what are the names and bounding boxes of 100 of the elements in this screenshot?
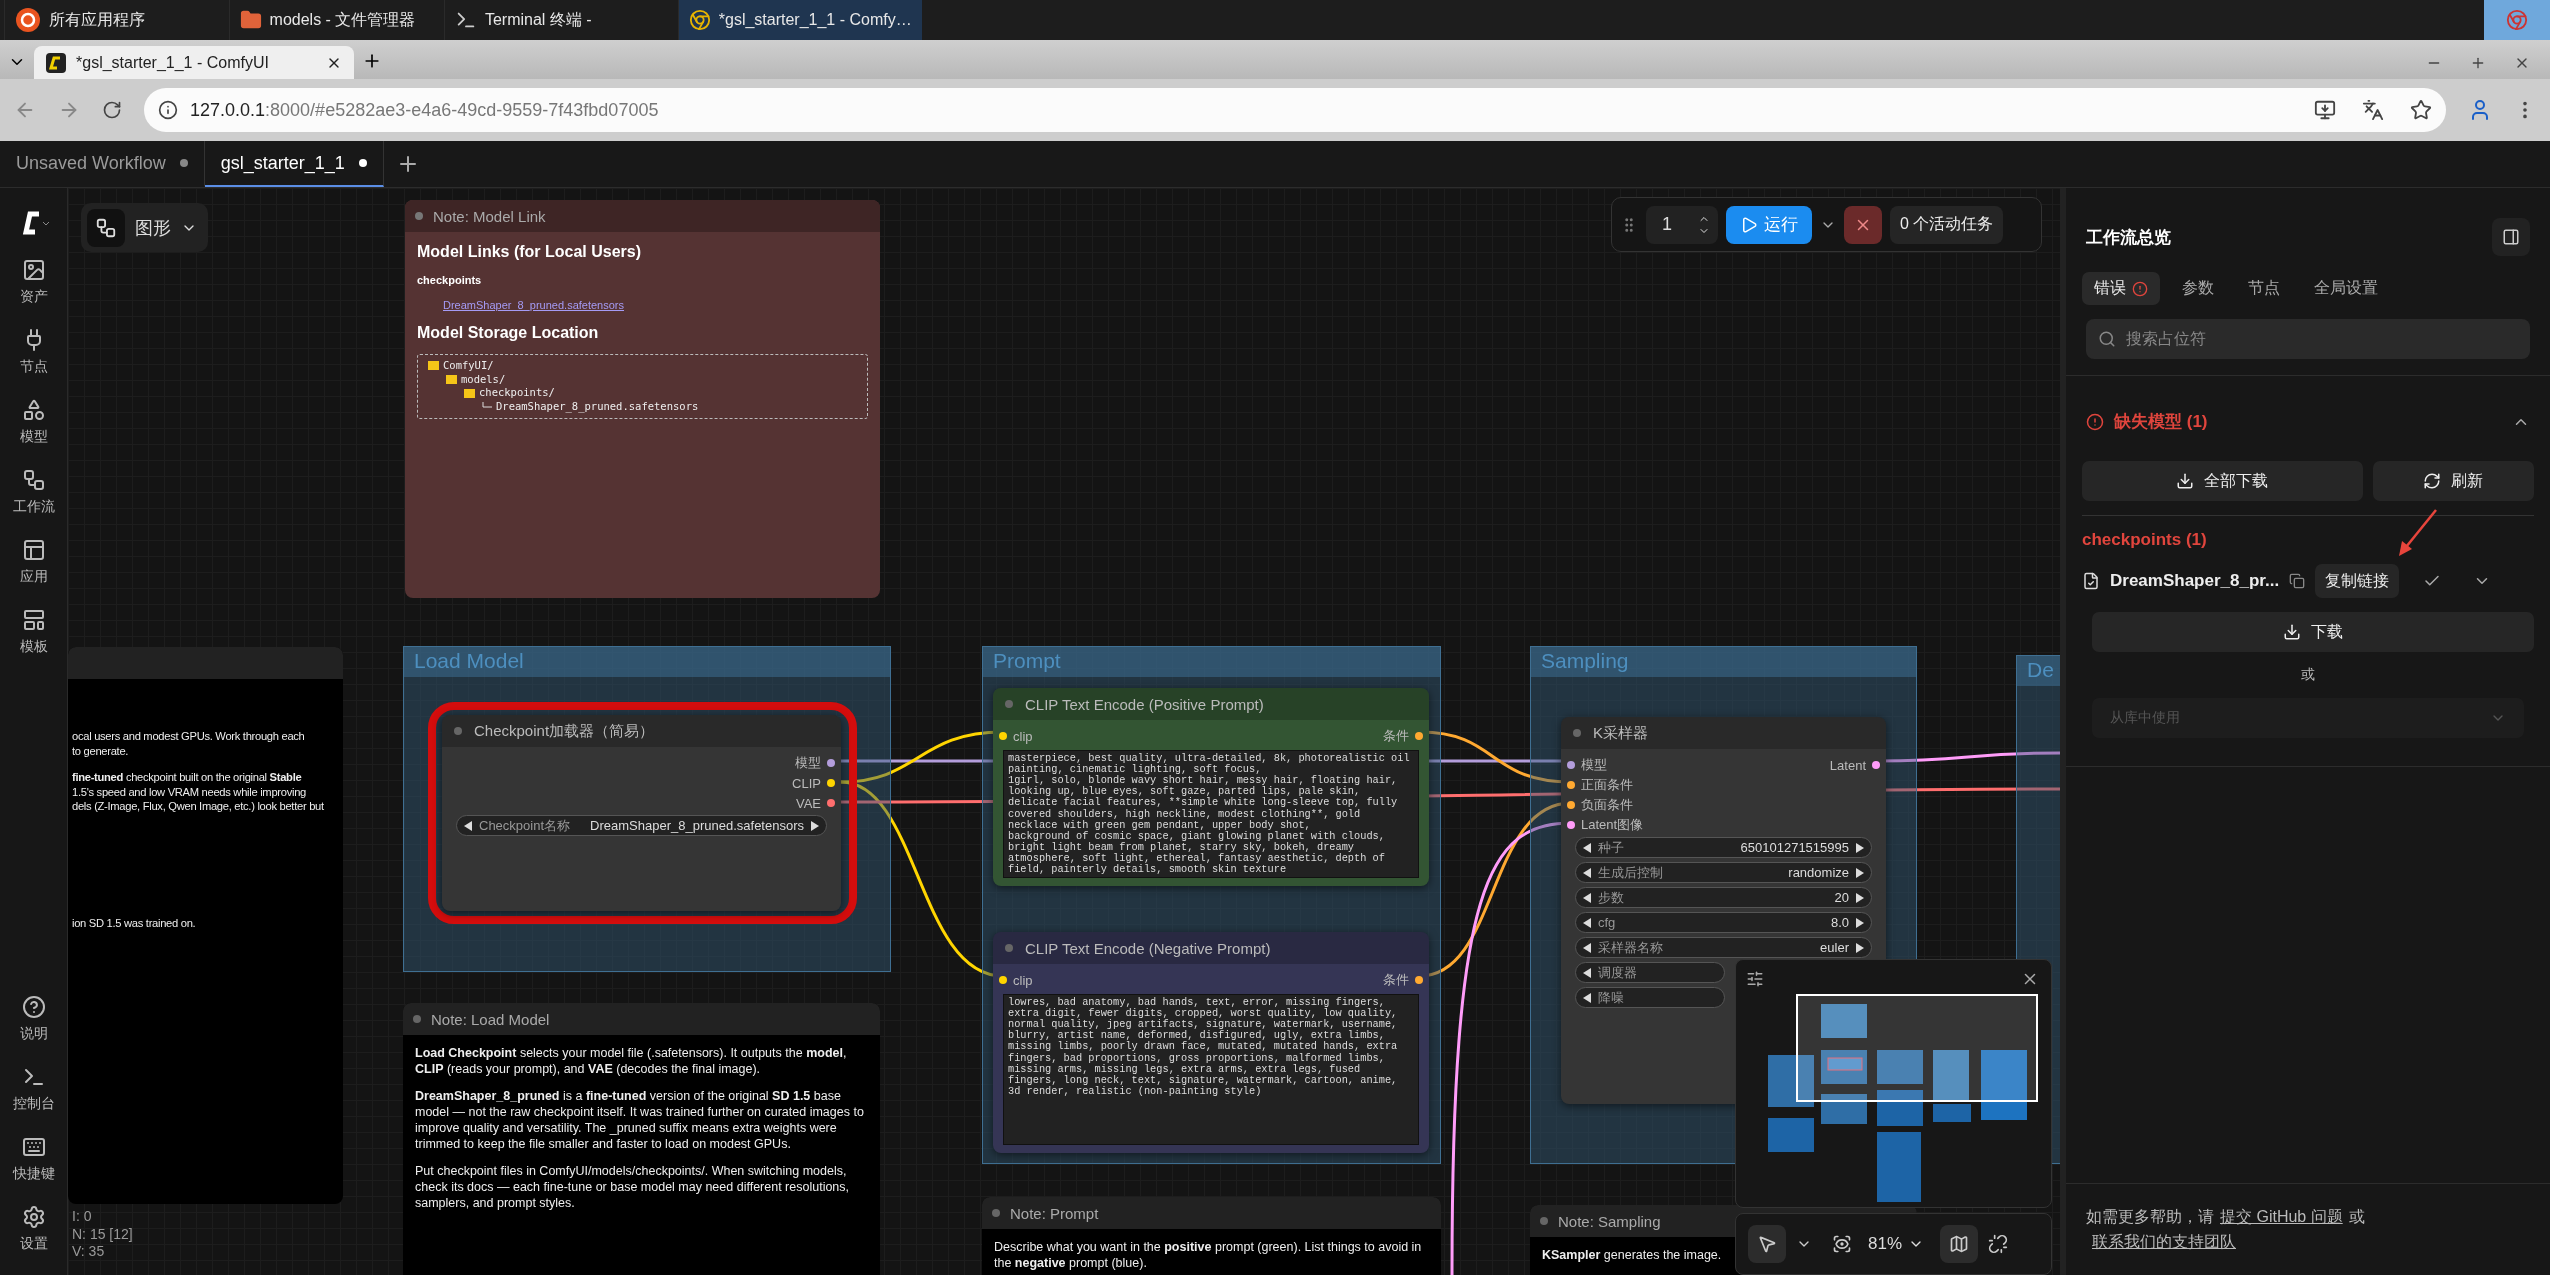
- output-dot[interactable]: [827, 759, 835, 767]
- output-dot[interactable]: [827, 779, 835, 787]
- output-dot[interactable]: [1872, 761, 1880, 769]
- widget-field[interactable]: 种子 650101271515995: [1575, 837, 1872, 858]
- sidebar-button[interactable]: 资产: [19, 258, 48, 328]
- sidebar-button[interactable]: 设置: [19, 1205, 48, 1275]
- left-arrow-icon[interactable]: [1582, 942, 1592, 953]
- workflow-tab[interactable]: Unsaved Workflow: [0, 141, 205, 187]
- batch-count-field[interactable]: 1: [1646, 205, 1718, 244]
- unsaved-dot: [358, 159, 367, 167]
- input-dot[interactable]: [1567, 821, 1575, 829]
- search-field[interactable]: 搜索占位符: [2086, 319, 2530, 359]
- view-mode-button[interactable]: 图形: [81, 203, 208, 252]
- maximize-icon[interactable]: [2470, 55, 2486, 71]
- taskbar-item[interactable]: *gsl_starter_1_1 - Comfy…: [677, 0, 922, 40]
- browser-icon: [2505, 9, 2528, 31]
- output-dot[interactable]: [1415, 732, 1423, 740]
- widget-value: 20: [1834, 890, 1849, 905]
- left-arrow-icon[interactable]: [1582, 892, 1592, 903]
- translate-icon[interactable]: [2362, 99, 2384, 121]
- widget-field[interactable]: 调度器: [1575, 962, 1725, 983]
- note-text: KSampler generates the image.: [1542, 1247, 1723, 1264]
- sidebar-button[interactable]: 工作流: [12, 468, 55, 538]
- download-all-button[interactable]: 全部下载: [2082, 461, 2363, 501]
- left-arrow-icon[interactable]: [1582, 867, 1592, 878]
- right-arrow-icon[interactable]: [1855, 942, 1865, 953]
- widget-field[interactable]: Checkpoint名称 DreamShaper_8_pruned.safetensors: [456, 815, 827, 836]
- reload-icon[interactable]: [102, 100, 122, 120]
- right-arrow-icon[interactable]: [1855, 917, 1865, 928]
- star-icon[interactable]: [2410, 99, 2432, 121]
- right-arrow-icon[interactable]: [810, 820, 820, 831]
- note-heading: Model Links (for Local Users): [417, 242, 643, 262]
- widget-field[interactable]: 步数 20: [1575, 887, 1872, 908]
- output-dot[interactable]: [1415, 976, 1423, 984]
- left-arrow-icon[interactable]: [1582, 917, 1592, 928]
- sidebar-button[interactable]: 控制台: [12, 1065, 55, 1135]
- active-tasks-button[interactable]: 0 个活动任务: [1890, 205, 2004, 244]
- status-dot: [1573, 729, 1581, 737]
- apps-icon: [21, 538, 46, 562]
- zoom-button[interactable]: 81%: [1862, 1233, 1931, 1255]
- model-link[interactable]: DreamShaper_8_pruned.safetensors: [443, 299, 624, 312]
- panel-toggle-button[interactable]: [2492, 218, 2530, 256]
- widget-field[interactable]: 生成后控制 randomize: [1575, 862, 1872, 883]
- select-tool-button[interactable]: [1748, 1225, 1786, 1263]
- alert-icon: [2132, 280, 2148, 297]
- input-dot[interactable]: [1567, 801, 1575, 809]
- widget-label: 种子: [1598, 838, 1624, 857]
- download-button[interactable]: 下载: [2092, 612, 2534, 652]
- prompt-textarea[interactable]: masterpiece, best quality, ultra-detailed, 8k, photorealistic oil painting, cinematic lighting, soft focus, 1girl, solo, blonde wavy short hair, messy hair, floating hair, looking up, blue eyes, soft gaze, parted lips, pale skin, delicate facial features, **simple white long-sleeve top, fully covered shoulders, high neckline, modest clothing**, gold necklace with green gem pendant, upper body shot, background of cosmic space, giant glowing planet with clouds, bright light beam from planet, starry sky, bokeh, dreamy atmosphere, soft light, ethereal, fantasy aesthetic, depth of field, painterly details, smooth skin texture: [1003, 750, 1419, 878]
- sidebar-button[interactable]: 应用: [19, 538, 48, 608]
- copy-link-button[interactable]: 复制链接: [2315, 564, 2400, 598]
- copy-icon[interactable]: [2289, 573, 2306, 589]
- right-arrow-icon[interactable]: [1855, 892, 1865, 903]
- left-arrow-icon[interactable]: [463, 820, 473, 831]
- minimap-button[interactable]: [1940, 1225, 1979, 1263]
- panel-tab[interactable]: 错误: [2082, 272, 2160, 305]
- address-field[interactable]: 127.0.0.1:8000/#e5282ae3-e4a6-49cd-9559-7f43fbd07005: [144, 88, 2446, 132]
- sidebar-button[interactable]: 说明: [19, 995, 48, 1065]
- settings-icon[interactable]: [1746, 970, 1764, 988]
- right-arrow-icon[interactable]: [1855, 867, 1865, 878]
- widget-value: euler: [1820, 940, 1849, 955]
- sidebar-button[interactable]: 模板: [19, 608, 48, 678]
- note-text: Describe what you want in the positive prompt (green). List things to avoid in the negative prompt (blue).: [994, 1239, 1423, 1272]
- sidebar-button[interactable]: 节点: [19, 328, 48, 398]
- widget-field[interactable]: 采样器名称 euler: [1575, 937, 1872, 958]
- widget-label: 步数: [1598, 888, 1624, 907]
- focus-icon[interactable]: [1832, 1234, 1852, 1254]
- alert-icon: [2086, 412, 2104, 431]
- support-link[interactable]: 联系我们的支持团队: [2092, 1233, 2236, 1251]
- cancel-button[interactable]: [1844, 205, 1882, 244]
- input-dot[interactable]: [999, 976, 1007, 984]
- prompt-textarea[interactable]: lowres, bad anatomy, bad hands, text, error, missing fingers, extra digit, fewer digits, cropped, worst quality, low quality, normal quality, jpeg artifacts, signature, watermark, username, blurry, artist name, deformed, disfigured, ugly, extra limbs, missing limbs, poorly drawn face, mutated, mutated hands, extra fingers, bad proportions, gross proportions, malformed limbs, missing arms, missing legs, extra arms, extra legs, fused fingers, long neck, text, signature, watermark, cartoon, anime, 3d render, realistic (non-painting style): [1003, 994, 1419, 1145]
- output-dot[interactable]: [827, 799, 835, 807]
- status-dot: [1005, 700, 1013, 708]
- widget-field[interactable]: 降噪: [1575, 987, 1725, 1008]
- left-arrow-icon[interactable]: [1582, 967, 1592, 978]
- left-arrow-icon[interactable]: [1582, 842, 1592, 853]
- node-canvas[interactable]: [68, 188, 2060, 1275]
- note-text: fine-tuned checkpoint built on the original Stable 1.5's speed and low VRAM needs while improving dels (Z-Image, Flux, Qwen Image, etc.) look better but: [72, 770, 325, 814]
- browser-tab[interactable]: *gsl_starter_1_1 - ComfyUI: [34, 46, 354, 79]
- sidebar-button[interactable]: 快捷键: [12, 1135, 55, 1205]
- issue-link[interactable]: 提交 GitHub 问题: [2220, 1207, 2343, 1225]
- tree-item: checkpoints/: [479, 386, 555, 401]
- panel-tab[interactable]: 全局设置: [2302, 272, 2390, 305]
- panel-tab[interactable]: 节点: [2236, 272, 2292, 305]
- left-arrow-icon[interactable]: [1582, 992, 1592, 1003]
- unlink-icon[interactable]: [1988, 1234, 2009, 1254]
- input-dot[interactable]: [1567, 761, 1575, 769]
- refresh-button[interactable]: 刷新: [2372, 461, 2534, 501]
- widget-label: 降噪: [1598, 988, 1624, 1007]
- tree-item: ComfyUI/: [443, 359, 494, 373]
- install-icon[interactable]: [2314, 99, 2336, 121]
- input-dot[interactable]: [1567, 781, 1575, 789]
- right-arrow-icon[interactable]: [1855, 842, 1865, 853]
- widget-field[interactable]: cfg 8.0: [1575, 912, 1872, 933]
- sidebar-button[interactable]: 模型: [19, 398, 48, 468]
- panel-tab[interactable]: 参数: [2170, 272, 2226, 305]
- note-title: Note: Prompt: [1010, 1204, 1099, 1222]
- slot-label: VAE: [795, 795, 821, 811]
- input-dot[interactable]: [999, 732, 1007, 740]
